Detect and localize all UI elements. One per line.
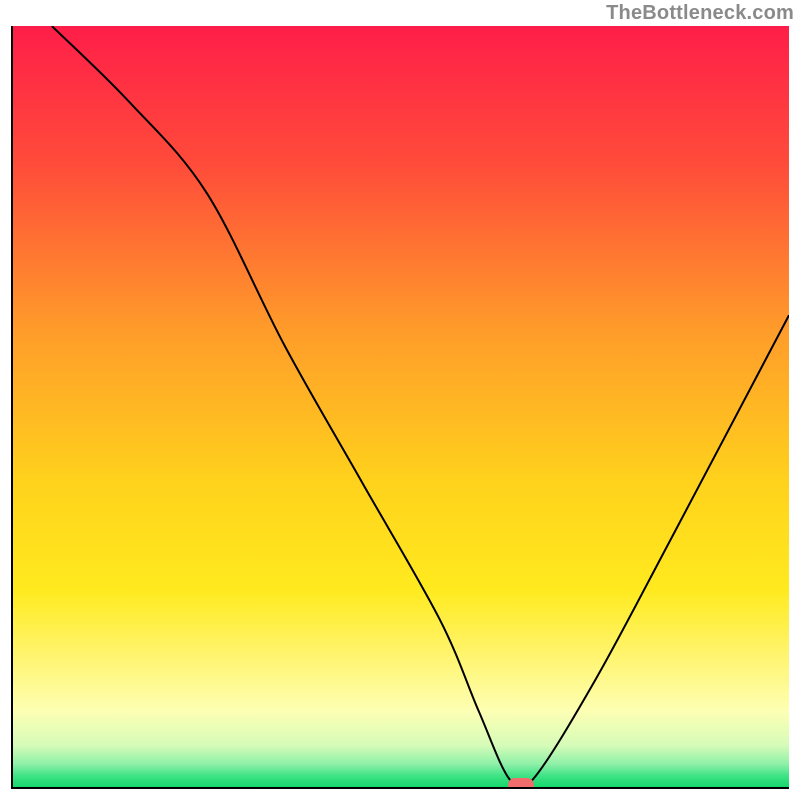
- chart-container: TheBottleneck.com: [0, 0, 800, 800]
- bottleneck-curve: [13, 26, 789, 787]
- optimal-marker: [508, 778, 534, 789]
- plot-area: [11, 26, 789, 789]
- watermark-text: TheBottleneck.com: [606, 2, 794, 25]
